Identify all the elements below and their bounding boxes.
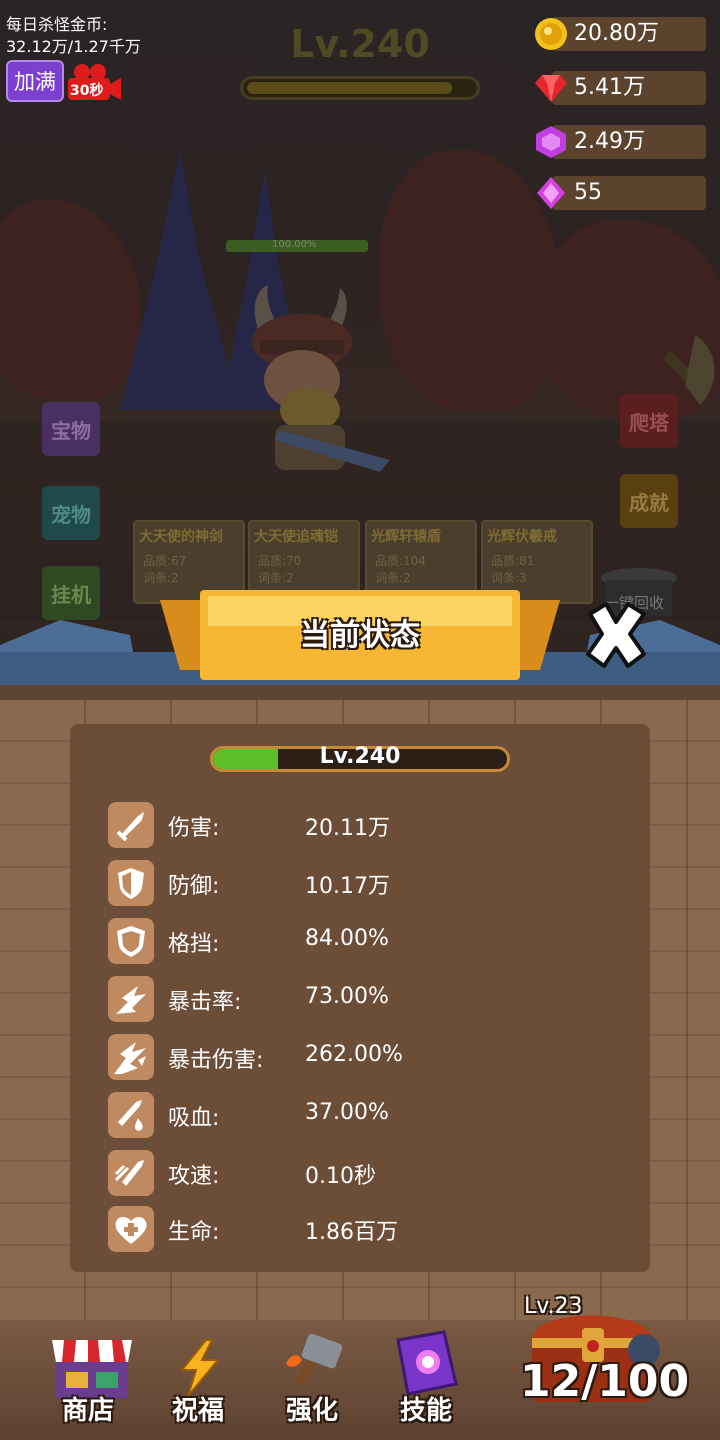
stat-row-crit-damage: 暴击伤害: 262.00% xyxy=(108,1034,568,1080)
chest-count: 12/100 xyxy=(520,1356,690,1407)
stat-row-life: 生命: 1.86百万 xyxy=(108,1206,568,1252)
purple-gem-value: 2.49万 xyxy=(574,129,645,154)
hero-viking-icon xyxy=(252,285,390,472)
stat-label: 吸血: xyxy=(168,1106,220,1131)
stat-row-lifesteal: 吸血: 37.00% xyxy=(108,1092,568,1138)
stat-label: 攻速: xyxy=(168,1164,220,1189)
stage-level: Lv.240 xyxy=(290,22,430,66)
block-shield-icon xyxy=(108,918,154,964)
stat-value: 262.00% xyxy=(305,1042,403,1067)
video-ad-button[interactable]: 30秒 xyxy=(66,62,122,102)
stat-label: 格挡: xyxy=(168,932,220,957)
card-name: 光辉伏羲戒 xyxy=(487,529,557,545)
stat-row-block: 格挡: 84.00% xyxy=(108,918,568,964)
pet-button[interactable]: 宠物 xyxy=(42,486,100,540)
diamond-icon xyxy=(537,177,565,209)
chest-level: Lv.23 xyxy=(524,1294,583,1319)
heart-plus-icon xyxy=(108,1206,154,1252)
card-affix: 词条:2 xyxy=(375,571,411,585)
purple-gem-resource: 2.49万 xyxy=(536,125,706,159)
sword-icon xyxy=(108,802,154,848)
stat-value: 20.11万 xyxy=(305,816,390,841)
treasure-chest-button[interactable]: Lv.23 12/100 xyxy=(520,1294,689,1424)
card-name: 大天使追魂铠 xyxy=(254,529,338,545)
nav-shop-label: 商店 xyxy=(62,1396,115,1426)
card-affix: 词条:2 xyxy=(143,571,179,585)
hero-hp-text: 100.00% xyxy=(272,239,317,250)
crit-burst-icon xyxy=(108,976,154,1022)
background-rock xyxy=(0,200,140,400)
stat-label: 伤害: xyxy=(168,816,220,841)
crit-damage-icon xyxy=(108,1034,154,1080)
dialog-header: 当前状态 xyxy=(0,590,720,700)
card-name: 大天使的神剑 xyxy=(139,529,223,545)
gold-value: 20.80万 xyxy=(574,21,659,46)
video-timer: 30秒 xyxy=(70,83,104,99)
daily-coins-label: 每日杀怪金币: xyxy=(6,15,108,34)
player-level: Lv.240 xyxy=(319,744,401,769)
card-affix: 词条:2 xyxy=(258,571,294,585)
stat-label: 防御: xyxy=(168,874,220,899)
close-button[interactable] xyxy=(578,596,654,672)
ruby-value: 5.41万 xyxy=(574,75,645,100)
shield-icon xyxy=(108,860,154,906)
stat-label: 生命: xyxy=(168,1220,220,1245)
card-quality: 品质:104 xyxy=(375,554,426,568)
daily-coins: 每日杀怪金币: 32.12万/1.27千万 xyxy=(6,14,141,58)
daily-coins-value: 32.12万/1.27千万 xyxy=(6,37,141,56)
diamond-value: 55 xyxy=(574,180,602,205)
spellbook-icon xyxy=(396,1330,458,1396)
fill-up-button[interactable]: 加满 xyxy=(6,60,64,102)
card-affix: 词条:3 xyxy=(491,571,527,585)
nav-blessing-label: 祝福 xyxy=(172,1396,225,1426)
nav-skills-label: 技能 xyxy=(400,1396,453,1426)
dialog-title: 当前状态 xyxy=(300,618,420,653)
hero-hp-bar: 100.00% xyxy=(226,239,368,252)
lifesteal-icon xyxy=(108,1092,154,1138)
stat-value: 84.00% xyxy=(305,926,389,951)
ruby-resource: 5.41万 xyxy=(535,71,706,105)
stat-value: 0.10秒 xyxy=(305,1164,376,1189)
stat-row-damage: 伤害: 20.11万 xyxy=(108,802,568,848)
lightning-icon xyxy=(179,1339,221,1397)
stat-label: 暴击伤害: xyxy=(168,1048,264,1073)
purple-gem-icon xyxy=(536,126,566,158)
gold-coin-icon xyxy=(535,18,567,50)
card-quality: 品质:70 xyxy=(258,554,302,568)
stat-value: 73.00% xyxy=(305,984,389,1009)
ruby-icon xyxy=(535,75,567,102)
nav-enhance-label: 强化 xyxy=(286,1396,339,1426)
stat-row-crit-rate: 暴击率: 73.00% xyxy=(108,976,568,1022)
stat-value: 10.17万 xyxy=(305,874,390,899)
diamond-resource: 55 xyxy=(537,176,706,210)
card-quality: 品质:81 xyxy=(491,554,535,568)
stat-value: 1.86百万 xyxy=(305,1220,398,1245)
stat-label: 暴击率: xyxy=(168,990,242,1015)
gold-resource: 20.80万 xyxy=(535,17,706,51)
attack-speed-icon xyxy=(108,1150,154,1196)
stat-row-attack-speed: 攻速: 0.10秒 xyxy=(108,1150,568,1196)
axe-icon xyxy=(664,335,715,405)
stat-value: 37.00% xyxy=(305,1100,389,1125)
card-name: 光辉轩辕盾 xyxy=(371,529,441,545)
achievement-button[interactable]: 成就 xyxy=(620,474,678,528)
stage-progress-bar xyxy=(240,76,480,100)
hammer-icon xyxy=(286,1333,343,1387)
card-quality: 品质:67 xyxy=(143,554,187,568)
close-icon xyxy=(586,602,646,668)
stat-row-defense: 防御: 10.17万 xyxy=(108,860,568,906)
treasure-button[interactable]: 宝物 xyxy=(42,402,100,456)
